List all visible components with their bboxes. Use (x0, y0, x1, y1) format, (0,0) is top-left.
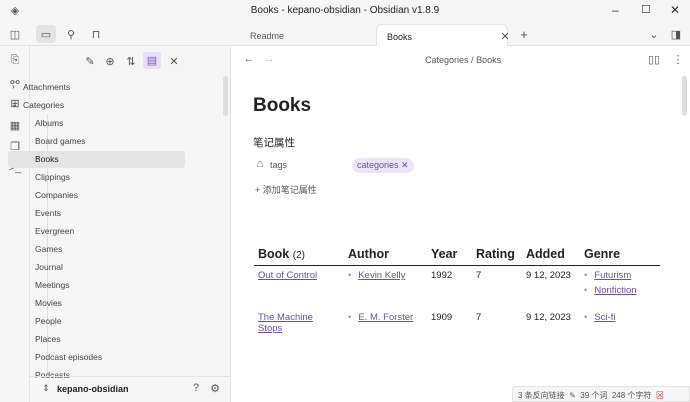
add-property-label: 添加笔记属性 (263, 185, 317, 195)
collapse-all-icon[interactable]: ✕ (166, 55, 182, 68)
file-item[interactable]: Events (8, 205, 185, 222)
tab-label: Books (387, 32, 412, 42)
new-tab-icon[interactable]: + (516, 27, 532, 42)
tab-books[interactable]: Books (376, 24, 508, 46)
file-item[interactable]: Evergreen (8, 223, 185, 240)
genre-link[interactable]: Nonfiction (594, 285, 636, 296)
new-note-icon[interactable]: ✎ (82, 55, 98, 68)
file-item[interactable]: People (8, 313, 185, 330)
table-row: Out of Control Kevin Kelly 1992 7 9 12, … (254, 266, 660, 309)
books-table: Book (2) Author Year Rating Added Genre … (254, 243, 660, 342)
file-item[interactable]: Books (8, 151, 185, 168)
year-cell: 1909 (431, 308, 476, 342)
header-book[interactable]: Book (2) (254, 243, 348, 266)
files-icon[interactable]: ▭ (36, 25, 56, 43)
header-rating[interactable]: Rating (476, 243, 526, 266)
genre-link[interactable]: Sci-fi (594, 312, 615, 323)
table-row: The Machine Stops E. M. Forster 1909 7 9… (254, 308, 660, 342)
book-link[interactable]: Out of Control (258, 270, 317, 281)
header-year[interactable]: Year (431, 243, 476, 266)
minimize-button[interactable]: – (612, 3, 619, 17)
maximize-button[interactable]: ☐ (641, 3, 651, 16)
char-count: 248 个字符 (612, 391, 652, 400)
added-cell: 9 12, 2023 (526, 266, 584, 309)
search-icon[interactable]: ⚲ (63, 28, 79, 41)
bookmark-icon[interactable]: ⊓ (88, 28, 104, 41)
tab-readme[interactable]: Readme (240, 24, 294, 46)
sidebar-toggle-icon[interactable]: ◫ (7, 28, 23, 41)
added-cell: 9 12, 2023 (526, 308, 584, 342)
author-link[interactable]: E. M. Forster (358, 312, 413, 323)
breadcrumb-sep: / (471, 55, 474, 65)
folder-categories[interactable]: ⌄Categories (8, 97, 64, 110)
file-item[interactable]: Albums (8, 115, 185, 132)
folder-label: Attachments (23, 82, 70, 92)
header-genre[interactable]: Genre (584, 243, 660, 266)
file-item[interactable]: Companies (8, 187, 185, 204)
window-title: Books - kepano-obsidian - Obsidian v1.8.… (0, 5, 690, 16)
remove-tag-icon[interactable]: ✕ (401, 160, 409, 170)
editor-scrollbar[interactable] (682, 76, 687, 116)
header-author[interactable]: Author (348, 243, 431, 266)
year-cell: 1992 (431, 266, 476, 309)
forward-icon[interactable]: → (261, 53, 277, 65)
breadcrumb-current: Books (476, 55, 501, 65)
help-icon[interactable]: ? (188, 382, 204, 394)
close-window-button[interactable]: ✕ (670, 3, 680, 17)
header-added[interactable]: Added (526, 243, 584, 266)
file-item[interactable]: Games (8, 241, 185, 258)
file-item[interactable]: Clippings (8, 169, 185, 186)
file-item[interactable]: Meetings (8, 277, 185, 294)
reading-view-icon[interactable]: ▯▯ (646, 53, 662, 66)
file-item[interactable]: Journal (8, 259, 185, 276)
chevron-down-icon[interactable]: ⌄ (646, 28, 662, 41)
open-file-icon[interactable]: ⎘ (7, 54, 23, 67)
tag-icon: ⌂ (252, 158, 268, 170)
backlinks-count[interactable]: 3 条反向链接 (518, 391, 565, 400)
more-options-icon[interactable]: ⋮ (670, 53, 686, 66)
sync-icon[interactable]: ⊠ (656, 391, 664, 400)
genre-link[interactable]: Futurism (594, 270, 631, 281)
word-count: 39 个词 (580, 391, 607, 400)
row-count: (2) (293, 250, 305, 261)
breadcrumb-parent[interactable]: Categories (425, 55, 469, 65)
file-item[interactable]: Podcast episodes (8, 349, 185, 366)
vault-name[interactable]: kepano-obsidian (57, 384, 129, 394)
close-tab-icon[interactable]: ✕ (497, 30, 513, 43)
rating-cell: 7 (476, 266, 526, 309)
properties-heading: 笔记属性 (253, 135, 295, 150)
author-link[interactable]: Kevin Kelly (358, 270, 405, 281)
tag-pill[interactable]: categories ✕ (352, 158, 414, 173)
vault-switch-icon[interactable]: ⇕ (38, 383, 54, 394)
status-bar: 3 条反向链接 ✎ 39 个词 248 个字符 ⊠ (512, 386, 690, 402)
auto-reveal-icon[interactable]: ▤ (143, 52, 161, 69)
sort-icon[interactable]: ⇅ (123, 55, 139, 68)
breadcrumb: Categories / Books (425, 55, 501, 65)
edit-icon[interactable]: ✎ (569, 391, 576, 400)
file-item[interactable]: Board games (8, 133, 185, 150)
folder-label: Categories (23, 100, 64, 110)
file-item[interactable]: Movies (8, 295, 185, 312)
folder-attachments[interactable]: ›Attachments (8, 79, 70, 92)
settings-icon[interactable]: ⚙ (207, 382, 223, 395)
tag-label: categories (357, 160, 399, 170)
property-name[interactable]: tags (270, 160, 287, 170)
new-folder-icon[interactable]: ⊕ (102, 55, 118, 68)
rating-cell: 7 (476, 308, 526, 342)
book-link[interactable]: The Machine Stops (258, 312, 313, 334)
header-label: Book (258, 247, 289, 261)
add-property-button[interactable]: + 添加笔记属性 (255, 183, 317, 196)
sidebar-scrollbar[interactable] (223, 76, 228, 116)
note-title: Books (253, 95, 311, 117)
file-item[interactable]: Places (8, 331, 185, 348)
right-sidebar-toggle-icon[interactable]: ◨ (668, 28, 684, 41)
back-icon[interactable]: ← (241, 53, 257, 65)
